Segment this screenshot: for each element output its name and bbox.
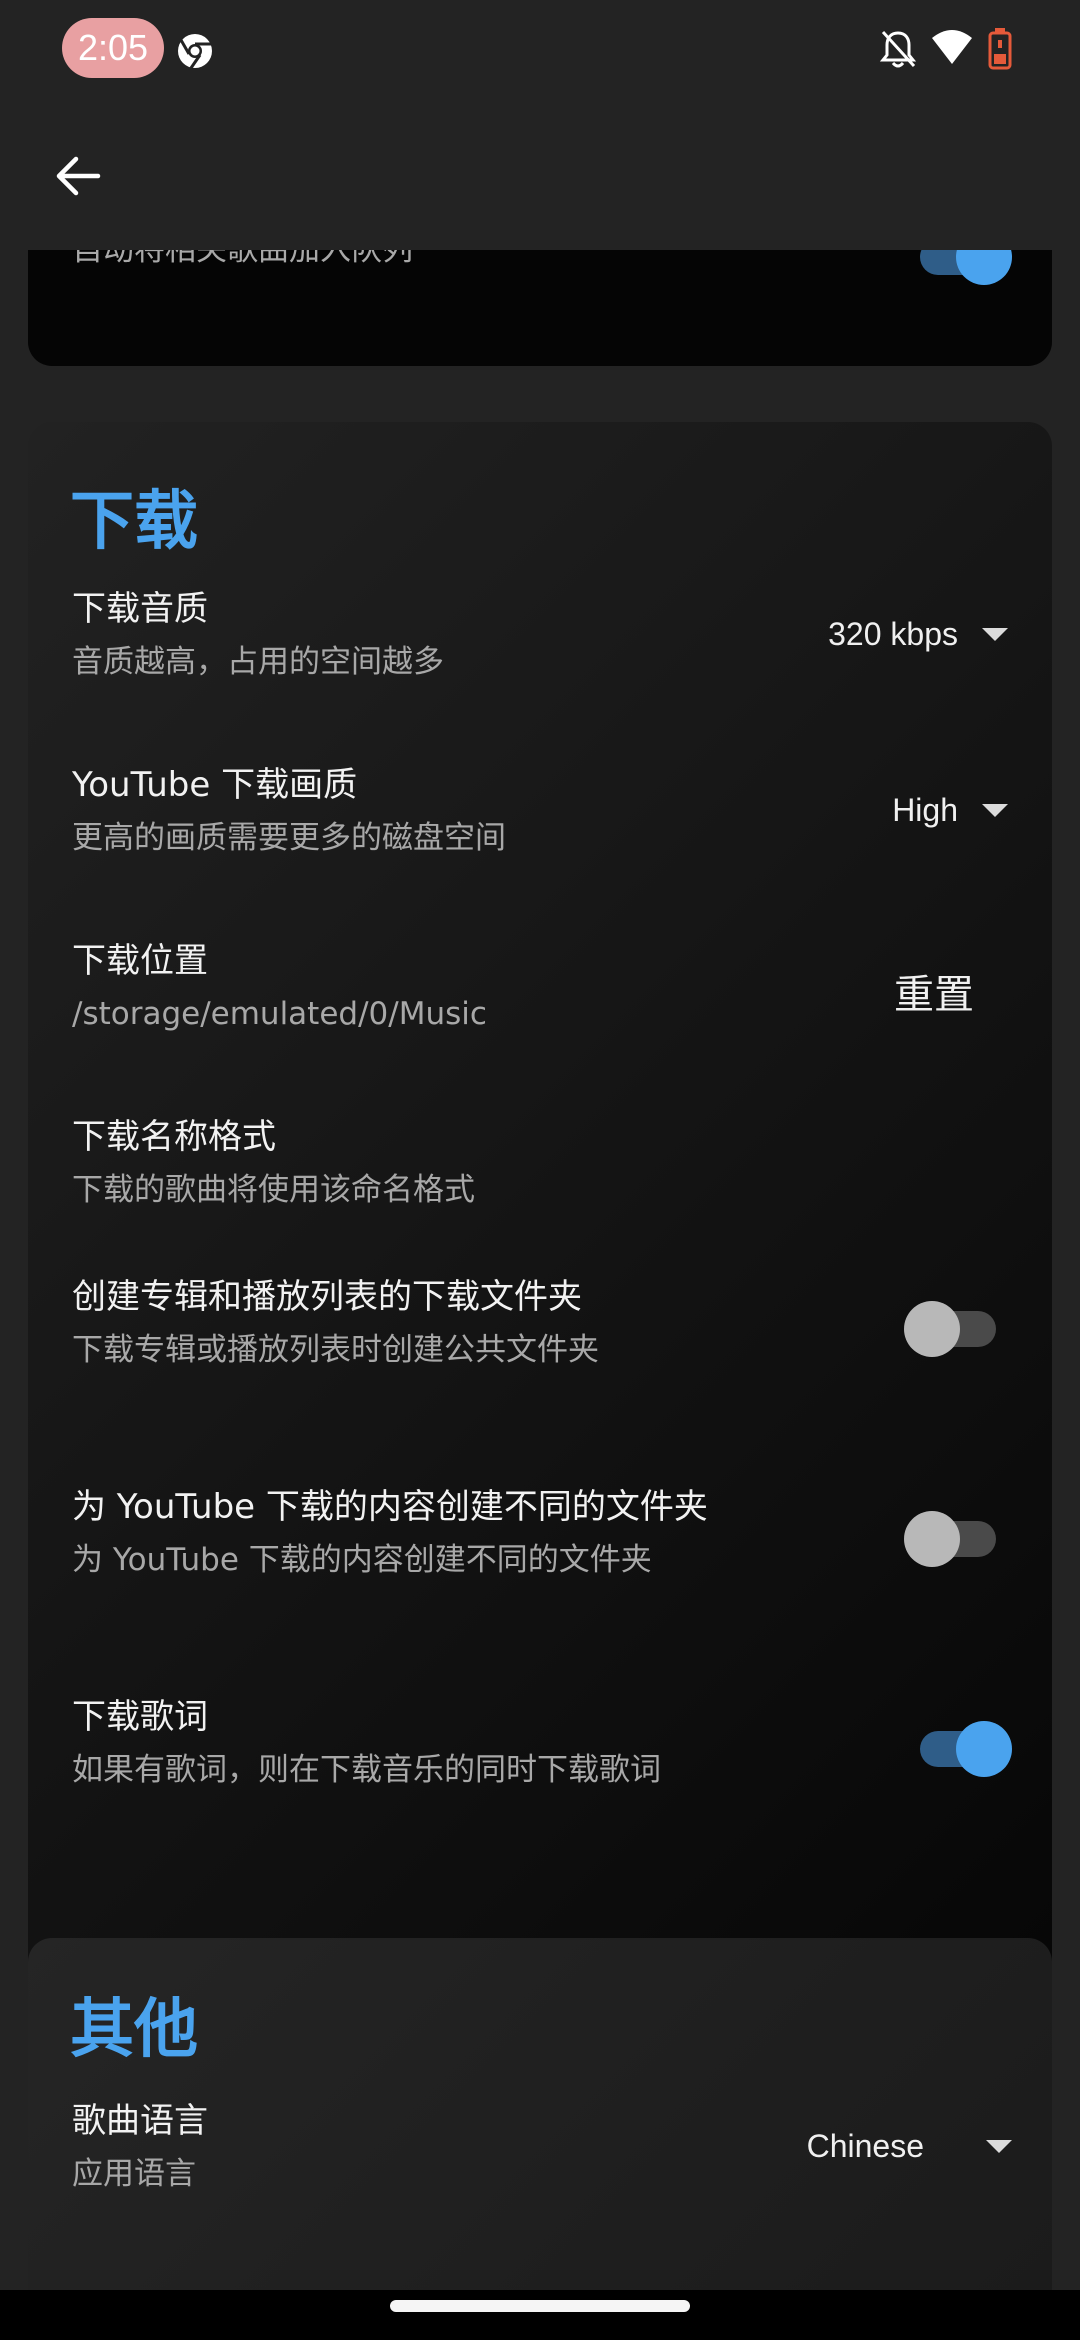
download-quality-row[interactable]: 下载音质 音质越高，占用的空间越多 320 kbps <box>72 586 1022 684</box>
yt-folders-subtitle: 为 YouTube 下载的内容创建不同的文件夹 <box>72 1542 652 1578</box>
album-folders-subtitle: 下载专辑或播放列表时创建公共文件夹 <box>72 1332 599 1368</box>
yt-folders-row[interactable]: 为 YouTube 下载的内容创建不同的文件夹 为 YouTube 下载的内容创… <box>72 1484 1022 1582</box>
autoplay-toggle[interactable] <box>912 250 1012 285</box>
lyrics-row[interactable]: 下载歌词 如果有歌词，则在下载音乐的同时下载歌词 <box>72 1694 1022 1792</box>
download-location-row[interactable]: 下载位置 /storage/emulated/0/Music 重置 <box>72 938 1022 1036</box>
download-quality-dropdown[interactable]: 320 kbps <box>828 616 1008 653</box>
lyrics-toggle[interactable] <box>912 1714 1012 1777</box>
yt-quality-dropdown[interactable]: High <box>892 792 1008 829</box>
app-bar <box>0 100 1080 250</box>
name-format-subtitle: 下载的歌曲将使用该命名格式 <box>72 1172 475 1208</box>
album-folders-toggle[interactable] <box>904 1294 1004 1357</box>
arrow-left-icon <box>54 152 102 204</box>
playback-card: 自动将相关歌曲加入队列 <box>28 250 1052 366</box>
name-format-row[interactable]: 下载名称格式 下载的歌曲将使用该命名格式 <box>72 1114 1022 1212</box>
back-button[interactable] <box>40 140 115 215</box>
download-location-title: 下载位置 <box>72 941 208 981</box>
chevron-down-icon <box>986 2140 1012 2153</box>
yt-quality-row[interactable]: YouTube 下载画质 更高的画质需要更多的磁盘空间 High <box>72 762 1022 860</box>
status-time: 2:05 <box>62 18 164 78</box>
yt-folders-toggle[interactable] <box>904 1504 1004 1567</box>
download-card: 下载 下载音质 音质越高，占用的空间越多 320 kbps YouTube 下载… <box>28 422 1052 2132</box>
yt-quality-value: High <box>892 792 958 828</box>
wifi-icon <box>930 28 974 70</box>
bell-off-icon <box>878 28 918 74</box>
language-dropdown[interactable]: Chinese <box>807 2128 1012 2165</box>
autoplay-row[interactable]: 自动将相关歌曲加入队列 <box>72 250 1022 285</box>
reset-location-button[interactable]: 重置 <box>894 962 974 1020</box>
lyrics-title: 下载歌词 <box>72 1697 208 1737</box>
autoplay-subtitle: 自动将相关歌曲加入队列 <box>72 250 413 268</box>
lyrics-subtitle: 如果有歌词，则在下载音乐的同时下载歌词 <box>72 1752 661 1788</box>
chevron-down-icon <box>982 628 1008 641</box>
yt-quality-subtitle: 更高的画质需要更多的磁盘空间 <box>72 820 506 856</box>
section-title-download: 下载 <box>70 485 198 559</box>
settings-scroll[interactable]: 自动将相关歌曲加入队列 下载 下载音质 音质越高，占用的空间越多 320 kbp… <box>0 250 1080 2300</box>
chrome-icon <box>176 32 214 74</box>
language-value: Chinese <box>806 2128 924 2164</box>
status-bar: 2:05 <box>0 0 1080 100</box>
download-quality-value: 320 kbps <box>828 616 958 652</box>
language-row[interactable]: 歌曲语言 应用语言 Chinese <box>72 2098 1022 2196</box>
chevron-down-icon <box>982 804 1008 817</box>
name-format-title: 下载名称格式 <box>72 1117 276 1157</box>
yt-quality-title: YouTube 下载画质 <box>72 765 358 805</box>
battery-icon <box>988 28 1012 74</box>
download-location-path: /storage/emulated/0/Music <box>72 996 487 1032</box>
yt-folders-title: 为 YouTube 下载的内容创建不同的文件夹 <box>72 1487 708 1527</box>
gesture-handle[interactable] <box>390 2300 690 2312</box>
other-card: 其他 歌曲语言 应用语言 Chinese <box>28 1938 1052 2300</box>
navigation-bar <box>0 2290 1080 2340</box>
section-title-other: 其他 <box>70 1993 198 2067</box>
album-folders-row[interactable]: 创建专辑和播放列表的下载文件夹 下载专辑或播放列表时创建公共文件夹 <box>72 1274 1022 1372</box>
album-folders-title: 创建专辑和播放列表的下载文件夹 <box>72 1277 582 1317</box>
